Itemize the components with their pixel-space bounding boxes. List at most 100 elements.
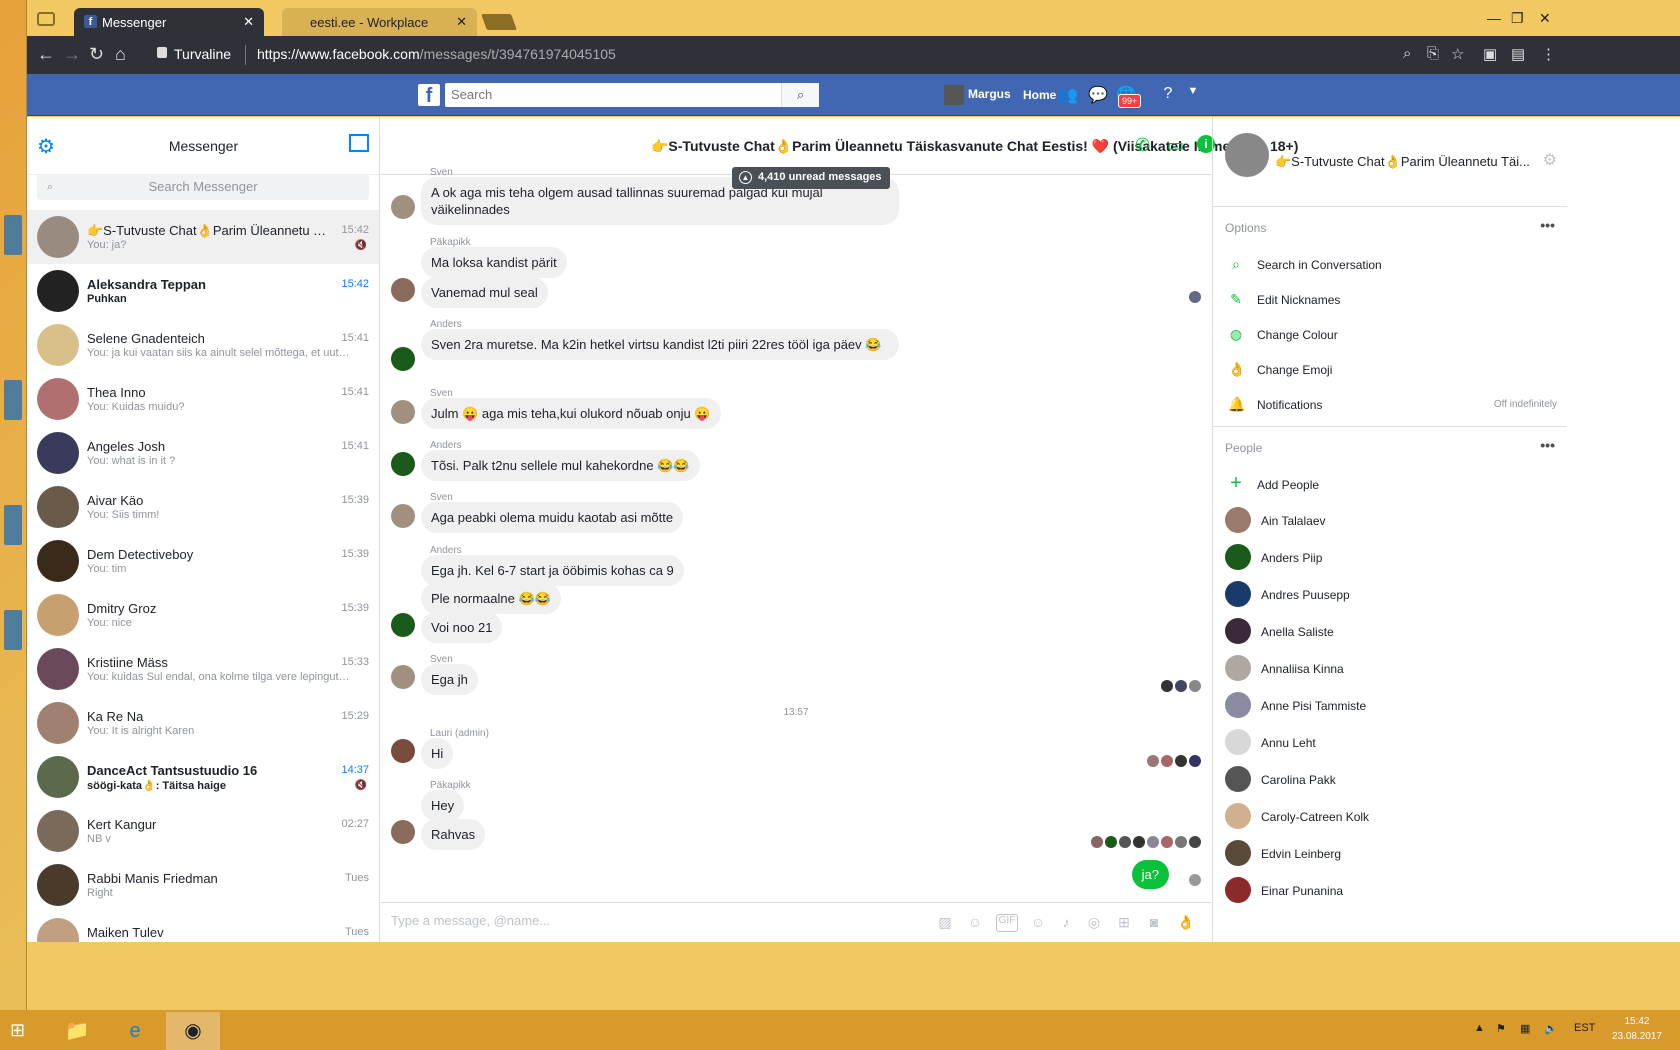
message-bubble[interactable]: Ega jh [421,664,478,695]
desktop-shortcut-icon[interactable] [4,215,22,255]
settings-gear-icon[interactable]: ⚙ [1543,150,1557,170]
option-search-in-conversation[interactable]: ⌕ Search in Conversation [1213,247,1567,282]
address-bar[interactable]: https://www.facebook.com/messages/t/3947… [257,46,616,62]
close-window-icon[interactable]: ✕ [1539,10,1551,27]
home-icon[interactable]: ⌂ [115,44,126,65]
conversation-item[interactable]: Selene Gnadenteich You: ja kui vaatan sii… [27,318,379,372]
internet-explorer-icon[interactable]: e [108,1012,162,1050]
my-message-bubble[interactable]: ja? [1131,860,1169,889]
help-icon[interactable]: ? [1158,85,1178,105]
menu-icon[interactable]: ⋮ [1541,45,1556,63]
camera-icon[interactable]: ◙ [1145,914,1163,932]
language-indicator[interactable]: EST [1574,1022,1595,1034]
option-change-emoji[interactable]: 👌 Change Emoji [1213,352,1567,387]
unread-messages-pill[interactable]: ▲ 4,410 unread messages [732,167,890,189]
person-item[interactable]: Ain Talalaev [1213,502,1567,539]
person-item[interactable]: Carolina Pakk [1213,761,1567,798]
group-avatar[interactable] [1225,133,1269,177]
message-bubble[interactable]: Ple normaalne 😂😂 [421,583,561,614]
new-tab-button[interactable] [481,14,517,30]
back-icon[interactable]: ← [37,44,55,65]
facebook-logo-icon[interactable]: f [418,84,440,107]
clock[interactable]: 15:42 23.08.2017 [1612,1014,1662,1044]
close-tab-icon[interactable]: ✕ [243,14,254,30]
conversation-item[interactable]: Aleksandra Teppan Puhkan 15:42 [27,264,379,318]
conversation-item[interactable]: Aivar Käo You: Siis timm! 15:39 [27,480,379,534]
tab-messenger[interactable]: f Messenger ✕ [74,8,264,36]
windows-start-icon[interactable]: ⊞ [10,1020,30,1040]
profile-icon[interactable] [37,12,55,26]
message-bubble[interactable]: Hi [421,738,454,769]
conversation-item[interactable]: Dem Detectiveboy You: tim 15:39 [27,534,379,588]
facebook-search-input[interactable] [445,83,775,105]
tray-flag-icon[interactable]: ⚑ [1496,1022,1506,1035]
profile-link[interactable]: Margus [944,85,1011,105]
person-item[interactable]: Annaliisa Kinna [1213,650,1567,687]
message-bubble[interactable]: Ma loksa kandist pärit [421,247,567,278]
maximize-icon[interactable]: ❐ [1511,10,1524,27]
file-explorer-icon[interactable]: 📁 [50,1012,104,1050]
search-messenger-input[interactable]: ⌕ Search Messenger [37,174,369,200]
messages-icon[interactable]: 💬 [1088,85,1108,105]
option-notifications[interactable]: 🔔 Notifications Off indefinitely [1213,387,1567,422]
desktop-shortcut-icon[interactable] [4,380,22,420]
emoji-icon[interactable]: ☺ [1029,914,1047,932]
message-bubble[interactable]: Ega jh. Kel 6-7 start ja ööbimis kohas c… [421,555,684,586]
minimize-icon[interactable]: — [1487,10,1501,26]
message-bubble[interactable]: Hey [421,790,465,821]
person-item[interactable]: Edvin Leinberg [1213,835,1567,872]
person-item[interactable]: Anders Piip [1213,539,1567,576]
extension-id-icon[interactable]: ▣ [1483,45,1497,63]
conversation-item[interactable]: 👉S-Tutvuste Chat👌Parim Üleannetu Täisk..… [27,210,379,264]
message-bubble[interactable]: Vanemad mul seal [421,277,548,308]
reload-icon[interactable]: ↻ [89,44,104,65]
tray-chevron-icon[interactable]: ▲ [1474,1022,1485,1034]
game-icon[interactable]: ⊞ [1115,914,1133,932]
ok-hand-emoji-icon[interactable]: 👌 [1177,914,1195,932]
person-item[interactable]: Einar Punanina [1213,872,1567,909]
gif-icon[interactable]: GIF [996,914,1018,932]
extension-pdf-icon[interactable]: ▤ [1511,45,1525,63]
option-edit-nicknames[interactable]: ✎ Edit Nicknames [1213,282,1567,317]
image-icon[interactable]: ▨ [936,914,954,932]
option-change-colour[interactable]: ◍ Change Colour [1213,317,1567,352]
payment-icon[interactable]: ◎ [1085,914,1103,932]
tray-volume-icon[interactable]: 🔈 [1544,1022,1558,1035]
conversation-item[interactable]: Rabbi Manis Friedman Right Tues [27,858,379,912]
zoom-icon[interactable]: ⌕ [1403,45,1411,62]
message-bubble[interactable]: Aga peabki olema muidu kaotab asi mõtte [421,502,684,533]
person-item[interactable]: Anella Saliste [1213,613,1567,650]
message-bubble[interactable]: Rahvas [421,819,486,850]
more-options-icon[interactable]: ••• [1540,217,1555,233]
add-people-button[interactable]: + Add People [1213,467,1567,502]
more-options-icon[interactable]: ••• [1540,437,1555,453]
conversation-item[interactable]: DanceAct Tantsustuudio 16 söögi-kata👌: Tä… [27,750,379,804]
conversation-item[interactable]: Ka Re Na You: It is alright Karen 15:29 [27,696,379,750]
message-bubble[interactable]: Voi noo 21 [421,612,503,643]
desktop-shortcut-icon[interactable] [4,610,22,650]
video-call-icon[interactable]: ▭ [1167,135,1184,156]
conversation-item[interactable]: Maiken Tulev Tues [27,912,379,942]
person-item[interactable]: Andres Puusepp [1213,576,1567,613]
conversation-item[interactable]: Angeles Josh You: what is in it ? 15:41 [27,426,379,480]
tray-network-icon[interactable]: ▦ [1520,1022,1530,1035]
compose-icon[interactable] [349,134,369,152]
conversation-item[interactable]: Kristiine Mäss You: kuidas Sul endal, ona… [27,642,379,696]
friend-requests-icon[interactable]: 👥 [1058,85,1078,105]
conversation-item[interactable]: Thea Inno You: Kuidas muidu? 15:41 [27,372,379,426]
person-item[interactable]: Annu Leht [1213,724,1567,761]
search-icon[interactable]: ⌕ [781,83,819,107]
home-link[interactable]: Home [1023,88,1056,102]
person-item[interactable]: Anne Pisi Tammiste [1213,687,1567,724]
tab-eesti[interactable]: eesti.ee - Workplace ✕ [282,8,477,36]
microphone-icon[interactable]: ♪ [1057,914,1075,932]
sticker-icon[interactable]: ☺ [966,914,984,932]
bookmark-star-icon[interactable]: ☆ [1451,45,1464,63]
conversation-item[interactable]: Kert Kangur NB v 02:27 [27,804,379,858]
message-bubble[interactable]: Tõsi. Palk t2nu sellele mul kahekordne 😂… [421,450,700,481]
message-bubble[interactable]: Sven 2ra muretse. Ma k2in hetkel virtsu … [421,329,899,360]
desktop-shortcut-icon[interactable] [4,505,22,545]
person-item[interactable]: Caroly-Catreen Kolk [1213,798,1567,835]
voice-call-icon[interactable]: ✆ [1135,135,1150,156]
account-menu-icon[interactable]: ▼ [1183,85,1203,105]
